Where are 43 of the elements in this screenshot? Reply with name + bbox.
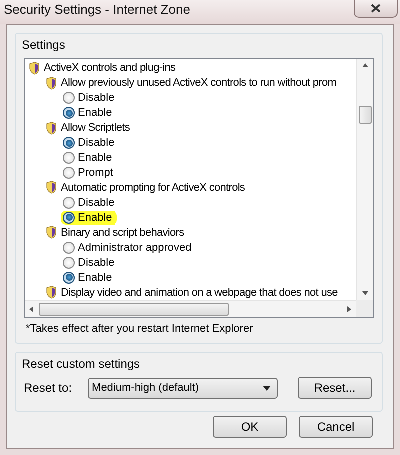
setting-label: Allow Scriptlets: [61, 121, 130, 136]
setting-label: Automatic prompting for ActiveX controls: [61, 180, 246, 195]
group-label: Settings: [22, 38, 66, 52]
scrollbar-corner: [356, 300, 373, 317]
setting-label: Allow previously unused ActiveX controls to run without prom: [61, 76, 337, 90]
dialog-button[interactable]: OK: [213, 416, 287, 438]
scroll-down-icon[interactable]: [362, 290, 368, 297]
scroll-left-icon[interactable]: [28, 306, 35, 312]
shield-icon: [46, 76, 57, 90]
scroll-thumb[interactable]: [358, 106, 372, 124]
reset-level-dropdown[interactable]: Medium-high (default): [88, 378, 278, 398]
setting-label: Display video and animation on a webpage that does not use: [61, 286, 338, 300]
vertical-scrollbar[interactable]: [356, 59, 373, 300]
shield-icon: [46, 286, 57, 300]
scroll-right-icon[interactable]: [346, 306, 353, 312]
category-label: ActiveX controls and plug-ins: [44, 61, 176, 76]
shield-icon: [46, 226, 57, 240]
scroll-thumb[interactable]: [39, 302, 229, 316]
radio-option[interactable]: Disable: [61, 256, 120, 270]
field-label: Reset to:: [24, 381, 72, 395]
radio-option[interactable]: Disable: [61, 91, 120, 106]
radio-option[interactable]: Enable: [61, 106, 118, 120]
caret-icon: [263, 386, 272, 390]
group-label: Reset custom settings: [22, 357, 140, 371]
radio-option[interactable]: Enable: [61, 270, 118, 285]
dialog-button[interactable]: Cancel: [299, 416, 373, 438]
radio-option[interactable]: Administrator approved: [61, 240, 197, 255]
radio-option[interactable]: Prompt: [61, 166, 118, 180]
close-icon: [371, 4, 381, 13]
shield-icon: [46, 181, 57, 194]
shield-icon: [29, 62, 40, 75]
note-text: *Takes effect after you restart Internet Explorer: [25, 322, 254, 337]
reset-button[interactable]: Reset...: [298, 377, 372, 399]
radio-option[interactable]: Enable: [61, 210, 118, 225]
window-title: Security Settings - Internet Zone: [4, 1, 190, 19]
close-button[interactable]: [354, 0, 398, 18]
horizontal-scrollbar[interactable]: [25, 300, 356, 317]
shield-icon: [46, 122, 57, 135]
radio-option[interactable]: Disable: [61, 196, 120, 210]
scroll-up-icon[interactable]: [362, 62, 368, 69]
setting-label: Binary and script behaviors: [61, 226, 184, 240]
radio-option[interactable]: Disable: [61, 136, 120, 150]
radio-option[interactable]: Enable: [61, 151, 118, 166]
